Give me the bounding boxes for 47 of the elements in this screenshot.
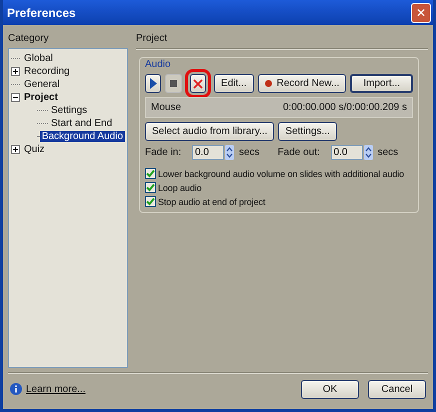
close-button[interactable]: ✕ bbox=[411, 2, 431, 22]
checkbox[interactable] bbox=[145, 168, 156, 179]
tree-item[interactable]: Background Audio bbox=[40, 131, 125, 142]
tree-item[interactable]: Recording bbox=[22, 66, 72, 77]
unit-label: secs bbox=[378, 147, 398, 158]
tree-item[interactable]: Start and End bbox=[49, 118, 114, 129]
stop-icon bbox=[170, 80, 178, 87]
dialog-button[interactable]: Cancel bbox=[368, 380, 426, 398]
dialog-button[interactable]: OK bbox=[301, 380, 359, 398]
tree-item[interactable]: General bbox=[22, 79, 62, 90]
checkbox-label: Lower background audio volume on slides with additional audio bbox=[158, 168, 404, 178]
number-field[interactable]: 0.0 bbox=[192, 145, 224, 160]
close-icon bbox=[192, 78, 203, 88]
toolbar-button[interactable]: Import... bbox=[350, 74, 414, 93]
tree-item[interactable]: Settings bbox=[49, 105, 90, 116]
toolbar-button[interactable]: Edit... bbox=[214, 74, 254, 93]
checkbox-label: Stop audio at end of project bbox=[158, 196, 266, 206]
record-icon bbox=[264, 80, 272, 87]
checkbox-label: Loop audio bbox=[158, 182, 202, 192]
stop-button[interactable] bbox=[165, 74, 182, 93]
collapse-icon[interactable] bbox=[11, 93, 20, 102]
expand-icon[interactable] bbox=[11, 145, 20, 154]
checkbox[interactable] bbox=[145, 182, 156, 193]
section-title: Project bbox=[136, 33, 168, 44]
expand-icon[interactable] bbox=[11, 67, 20, 76]
record-button[interactable]: Record New... bbox=[258, 74, 346, 93]
unit-label: secs bbox=[239, 147, 260, 158]
play-icon bbox=[150, 78, 157, 89]
tree-item[interactable]: Quiz bbox=[22, 144, 47, 155]
spinner-icon[interactable] bbox=[225, 145, 234, 160]
window-title: Preferences bbox=[7, 6, 76, 20]
learn-more-link[interactable]: Learn more... bbox=[26, 384, 86, 394]
spinner-icon[interactable] bbox=[364, 145, 373, 160]
category-label: Category bbox=[8, 33, 50, 44]
fade-label: Fade out: bbox=[278, 147, 321, 158]
group-label: Audio bbox=[145, 59, 172, 70]
number-field[interactable]: 0.0 bbox=[330, 145, 363, 160]
action-button[interactable]: Select audio from library... bbox=[145, 122, 274, 141]
tree-item[interactable]: Global bbox=[22, 53, 55, 64]
fade-label: Fade in: bbox=[145, 147, 182, 158]
time-readout: 0:00:00.000 s/0:00:00.209 s bbox=[283, 102, 407, 113]
file-name: Mouse bbox=[151, 102, 182, 113]
play-button[interactable] bbox=[145, 74, 162, 93]
info-icon bbox=[10, 383, 22, 395]
checkbox[interactable] bbox=[145, 196, 156, 207]
action-button[interactable]: Settings... bbox=[278, 122, 337, 141]
tree-item[interactable]: Project bbox=[22, 92, 60, 103]
